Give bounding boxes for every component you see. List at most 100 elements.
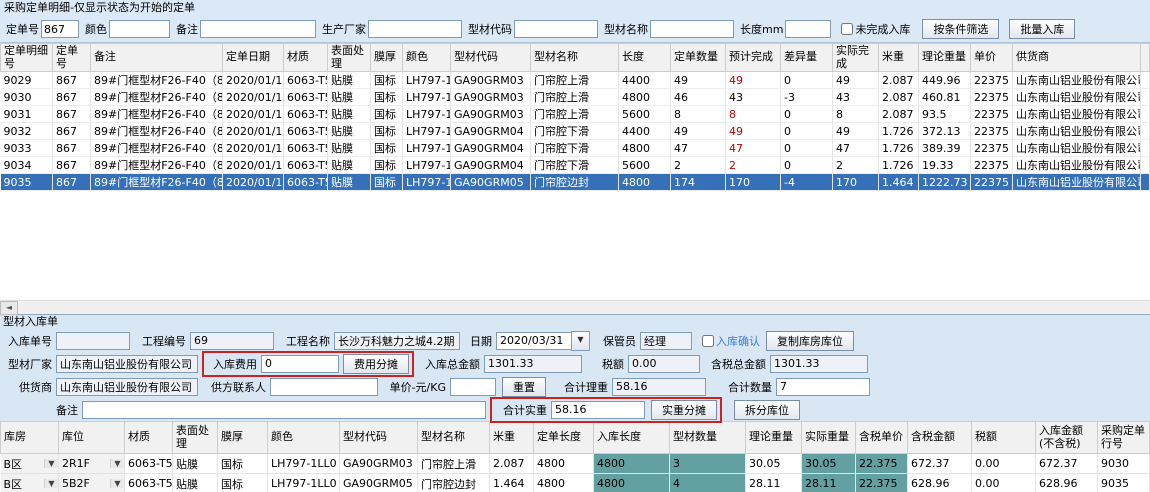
order-detail-row[interactable]: 903186789#门框型材F26-F40（866+867）2020/01/13… [1, 106, 1150, 123]
inbound-fee-label: 入库费用 [207, 356, 261, 372]
cell: 89#门框型材F26-F40（866+867） [91, 157, 223, 174]
total-qty-field[interactable] [776, 378, 870, 396]
profile-name-filter-label: 型材名称 [604, 21, 648, 37]
column-header: 含税金额 [908, 422, 972, 454]
cell: 628.96 [908, 474, 972, 492]
remark-field[interactable] [82, 401, 486, 419]
combo-value: 5B2F [59, 477, 110, 490]
copy-warehouse-location-button[interactable]: 复制库房库位 [766, 331, 854, 351]
scroll-left-arrow-icon[interactable]: ◄ [0, 301, 18, 315]
batch-inbound-button[interactable]: 批量入库 [1009, 19, 1075, 39]
order-detail-row[interactable]: 903286789#门框型材F26-F40（866+867）2020/01/13… [1, 123, 1150, 140]
chevron-down-icon[interactable]: ▼ [44, 479, 58, 488]
cell: LH797-1LL0 [403, 123, 451, 140]
cell: 867 [53, 123, 91, 140]
cell: 4800 [619, 174, 671, 191]
horizontal-scrollbar[interactable]: ◄ [0, 300, 1150, 314]
cell: 49 [726, 123, 781, 140]
tax-field[interactable] [628, 355, 700, 373]
order-no-filter-input[interactable] [41, 20, 79, 38]
profile-name-filter-input[interactable] [650, 20, 734, 38]
inbound-fee-field[interactable] [261, 355, 339, 373]
cell: 国标 [218, 454, 268, 474]
actual-weight-total-field[interactable] [551, 401, 645, 419]
cell: 6063-T5 [284, 123, 328, 140]
warehouse-combo[interactable]: B区▼ [1, 474, 59, 492]
theory-weight-total-label: 合计理重 [556, 379, 612, 395]
total-amount-field[interactable] [484, 355, 582, 373]
order-detail-table: 定单明细号定单号备注定单日期材质表面处理膜厚颜色型材代码型材名称长度定单数量预计… [0, 43, 1150, 191]
supplier-field[interactable] [56, 378, 198, 396]
cell: 49 [671, 123, 726, 140]
column-header: 实际重量 [802, 422, 856, 454]
actual-weight-share-button[interactable]: 实重分摊 [651, 400, 717, 420]
cell: 22.375 [856, 474, 908, 492]
color-filter-input[interactable] [109, 20, 170, 38]
form-row-2: 型材厂家 入库费用 费用分摊 入库总金额 税额 含税总金额 [0, 352, 1150, 375]
order-detail-row[interactable]: 903486789#门框型材F26-F40（866+867）2020/01/13… [1, 157, 1150, 174]
calendar-dropdown-icon[interactable]: ▼ [571, 331, 590, 351]
cell: 170 [726, 174, 781, 191]
warehouse-combo[interactable]: B区▼ [1, 454, 59, 474]
supplier-contact-field[interactable] [270, 378, 378, 396]
location-combo[interactable]: 5B2F▼ [59, 474, 125, 492]
filter-by-condition-button[interactable]: 按条件筛选 [922, 19, 999, 39]
column-header: 表面处理 [173, 422, 218, 454]
project-name-field[interactable] [334, 332, 460, 350]
cell: 山东南山铝业股份有限公司 [1013, 157, 1141, 174]
cell: 372.13 [919, 123, 971, 140]
column-header-sliver [1141, 44, 1150, 72]
cell: 2020/01/13 [223, 123, 284, 140]
location-combo[interactable]: 2R1F▼ [59, 454, 125, 474]
inbound-confirm-checkbox[interactable] [702, 335, 714, 347]
column-header: 预计完成 [726, 44, 781, 72]
column-header: 颜色 [403, 44, 451, 72]
unit-price-field[interactable] [450, 378, 496, 396]
chevron-down-icon[interactable]: ▼ [44, 459, 58, 468]
chevron-down-icon[interactable]: ▼ [110, 479, 124, 488]
date-field[interactable] [496, 332, 571, 350]
cell: 30.05 [746, 454, 802, 474]
tax-total-field[interactable] [770, 355, 868, 373]
keeper-field[interactable] [640, 332, 692, 350]
reset-button[interactable]: 重置 [502, 377, 546, 397]
order-detail-row[interactable]: 902986789#门框型材F26-F40（866+867）2020/01/13… [1, 72, 1150, 89]
column-header: 差异量 [781, 44, 833, 72]
order-detail-row[interactable]: 903386789#门框型材F26-F40（866+867）2020/01/13… [1, 140, 1150, 157]
cell: 9035 [1098, 474, 1150, 492]
inbound-detail-row[interactable]: B区▼5B2F▼6063-T5贴膜国标LH797-1LL0GA90GRM05门帘… [1, 474, 1150, 492]
manufacturer-filter-input[interactable] [368, 20, 462, 38]
date-picker[interactable]: ▼ [496, 332, 590, 350]
remark-filter-input[interactable] [200, 20, 316, 38]
cell: GA90GRM03 [451, 89, 531, 106]
column-header: 入库长度 [594, 422, 670, 454]
cell: 6063-T5 [284, 157, 328, 174]
profile-code-filter-input[interactable] [514, 20, 598, 38]
inbound-detail-row[interactable]: B区▼2R1F▼6063-T5贴膜国标LH797-1LL0GA90GRM03门帘… [1, 454, 1150, 474]
cell: 4 [670, 474, 746, 492]
cell: 867 [53, 106, 91, 123]
cell: 贴膜 [328, 123, 371, 140]
factory-field[interactable] [56, 355, 198, 373]
order-detail-row[interactable]: 903086789#门框型材F26-F40（866+867）2020/01/13… [1, 89, 1150, 106]
cell: 门帘腔上滑 [531, 106, 619, 123]
chevron-down-icon[interactable]: ▼ [110, 459, 124, 468]
order-detail-row[interactable]: 903586789#门框型材F26-F40（866+867）2020/01/13… [1, 174, 1150, 191]
cell: 门帘腔上滑 [531, 72, 619, 89]
cell: 0 [781, 106, 833, 123]
cell: 867 [53, 89, 91, 106]
split-location-button[interactable]: 拆分库位 [734, 400, 800, 420]
column-header: 颜色 [268, 422, 340, 454]
unfinished-inbound-label: 未完成入库 [855, 21, 910, 37]
theory-weight-total-field[interactable] [612, 378, 706, 396]
inbound-no-field[interactable] [56, 332, 130, 350]
factory-label: 型材厂家 [4, 356, 56, 372]
length-filter-input[interactable] [785, 20, 831, 38]
unfinished-inbound-checkbox[interactable] [841, 23, 853, 35]
fee-share-button[interactable]: 费用分摊 [343, 354, 409, 374]
cell: 贴膜 [328, 140, 371, 157]
inbound-confirm-label: 入库确认 [716, 333, 760, 349]
cell: 贴膜 [328, 89, 371, 106]
project-no-field[interactable] [190, 332, 274, 350]
column-header: 型材代码 [340, 422, 418, 454]
